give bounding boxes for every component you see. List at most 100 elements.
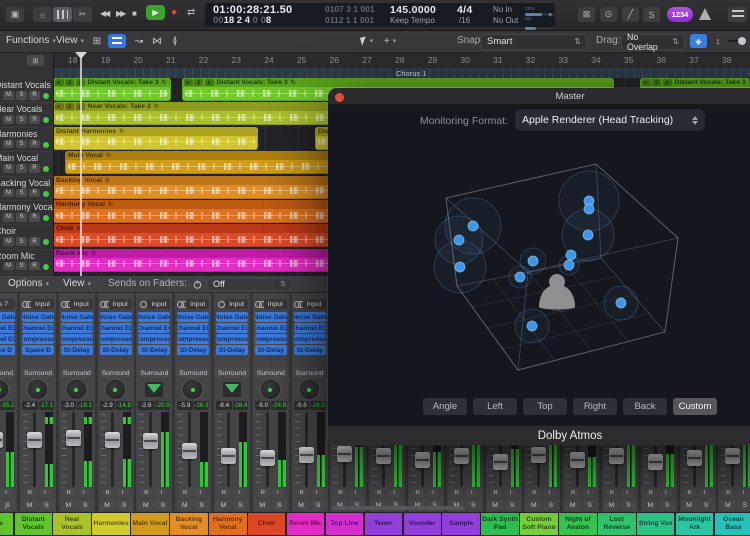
input-button[interactable]: Input [264, 299, 287, 309]
fader-cap[interactable] [337, 446, 352, 462]
input-monitor-button[interactable]: I [621, 489, 633, 497]
track-r-button[interactable]: R [29, 140, 40, 149]
fader-cap[interactable] [376, 448, 391, 464]
audio-object-dot[interactable] [564, 260, 574, 270]
audio-object-dot[interactable] [583, 230, 593, 240]
input-monitor-button[interactable]: I [272, 489, 284, 497]
track-r-button[interactable]: R [29, 164, 40, 173]
channel-strip[interactable]: InputNoise GateChannel EQCompressorSt-De… [292, 292, 328, 512]
track-color-label[interactable]: Dark Synth Pad [481, 513, 519, 535]
view-button-top[interactable]: Top [523, 398, 567, 415]
record-enable-button[interactable]: R [140, 489, 152, 497]
plugin-slot[interactable]: Noise Gate [100, 312, 132, 322]
mute-button[interactable]: M [255, 500, 270, 510]
track-color-label[interactable]: Choir [248, 513, 286, 535]
track-color-label[interactable]: String Vox [637, 513, 675, 535]
lcd-display[interactable]: 01:00:28:21.50 0018 2 4 0 08 0107 3 1 00… [205, 3, 555, 27]
volume-value[interactable]: -2.4 [22, 401, 38, 410]
mute-button[interactable]: M [565, 500, 580, 510]
track-color-label[interactable]: Harmony Vocal [209, 513, 247, 535]
track-s-button[interactable]: S [16, 237, 27, 246]
plugin-slot[interactable]: Channel EQ [255, 323, 287, 333]
pan-knob[interactable] [262, 381, 279, 398]
plugin-slot[interactable]: Space D [0, 345, 15, 355]
mixer-scrollbar[interactable] [332, 506, 465, 510]
input-monitor-button[interactable]: I [39, 489, 51, 497]
fader-cap[interactable] [415, 452, 430, 468]
stop-button[interactable]: ■ [132, 9, 137, 18]
fader-cap[interactable] [182, 443, 197, 459]
solo-button[interactable]: S [117, 500, 132, 510]
track-s-button[interactable]: S [16, 140, 27, 149]
surround-output-button[interactable]: Surround [255, 368, 287, 378]
catch-playhead-button[interactable]: ◈ [690, 34, 707, 48]
mixer-options-menu[interactable]: Options▾ [8, 278, 49, 289]
plugin-slot[interactable]: Noise Gate [0, 312, 15, 322]
fader-cap[interactable] [648, 454, 663, 470]
plugin-slot[interactable]: Channel EQ [22, 323, 54, 333]
view-button-right[interactable]: Right [573, 398, 617, 415]
playhead[interactable] [80, 52, 82, 276]
input-monitor-button[interactable]: I [660, 489, 672, 497]
fader-cap[interactable] [27, 432, 42, 448]
solo-button[interactable]: S [311, 500, 326, 510]
power-icon[interactable] [193, 280, 202, 289]
fader-cap[interactable] [143, 433, 158, 449]
master-plugin-window[interactable]: Master Monitoring Format: Apple Renderer… [328, 88, 750, 445]
input-monitor-button[interactable]: I [699, 489, 711, 497]
fader-track[interactable] [33, 412, 36, 487]
input-monitor-button[interactable]: I [427, 489, 439, 497]
channel-strip[interactable]: InputNoise GateChannel EQCompressorSt-De… [175, 292, 211, 512]
volume-value[interactable]: -2.6 [138, 401, 154, 410]
track-color-label[interactable]: Night of Avalon [559, 513, 597, 535]
fader-track[interactable] [72, 412, 75, 487]
marker-lane[interactable]: Chorus 1 [53, 68, 750, 78]
plugin-slot[interactable]: St-Delay [216, 345, 248, 355]
record-enable-button[interactable]: R [102, 489, 114, 497]
play-button[interactable]: ▶ [146, 5, 165, 20]
list-view-icon[interactable] [108, 34, 126, 48]
mute-button[interactable]: M [643, 500, 658, 510]
input-monitor-button[interactable]: I [737, 489, 749, 497]
audio-region[interactable]: ▸2∧Distant Vocals: Take 3↻ [53, 78, 171, 101]
record-enable-button[interactable]: R [179, 489, 191, 497]
global-tracks-button[interactable]: ⊞ [27, 55, 44, 66]
zoom-slider[interactable] [728, 40, 744, 42]
plugin-slot[interactable]: St-Delay [138, 345, 170, 355]
record-enable-button[interactable]: R [684, 489, 696, 497]
surround-output-button[interactable]: Surround [177, 368, 209, 378]
take-disclosure-icon[interactable]: ▸ [184, 79, 193, 86]
record-enable-button[interactable]: R [334, 489, 346, 497]
channel-strip[interactable]: InputNoise GateChannel EQCompressorSpace… [20, 292, 56, 512]
record-enable-button[interactable]: R [412, 489, 424, 497]
secondary-tool[interactable]: +▾ [380, 34, 400, 48]
pointer-tool[interactable]: ▾ [356, 34, 378, 48]
fader-cap[interactable] [66, 430, 81, 446]
volume-value[interactable]: -8.4 [216, 401, 232, 410]
audio-object-dot[interactable] [454, 235, 464, 245]
fader-cap[interactable] [0, 432, 3, 448]
track-color-label[interactable]: Sample [442, 513, 480, 535]
volume-value[interactable]: -3.0 [61, 401, 77, 410]
view-button-back[interactable]: Back [623, 398, 667, 415]
tuner-icon[interactable]: ⊠ [578, 7, 595, 22]
track-color-label[interactable]: Distant Vocals [15, 513, 53, 535]
input-monitor-button[interactable]: I [505, 489, 517, 497]
audio-object-dot[interactable] [515, 272, 525, 282]
surround-output-button[interactable]: Surround [61, 368, 93, 378]
input-button[interactable]: Input [186, 299, 209, 309]
track-s-button[interactable]: S [16, 213, 27, 222]
plugin-slot[interactable]: Noise Gate [61, 312, 93, 322]
zoom-slider-knob[interactable] [738, 37, 746, 45]
marker-chorus[interactable]: Chorus 1 [396, 69, 426, 78]
vertical-zoom-button[interactable]: ↕ [711, 34, 725, 48]
mute-button[interactable]: M [488, 500, 503, 510]
surround-output-button[interactable]: Surround [22, 368, 54, 378]
playhead-handle[interactable] [75, 52, 87, 59]
input-monitor-button[interactable]: I [155, 489, 167, 497]
track-r-button[interactable]: R [29, 189, 40, 198]
mute-button[interactable]: M [177, 500, 192, 510]
view-button-angle[interactable]: Angle [423, 398, 467, 415]
plugin-slot[interactable]: Compressor [22, 334, 54, 344]
track-color-label[interactable]: Moonlight Ark [676, 513, 714, 535]
